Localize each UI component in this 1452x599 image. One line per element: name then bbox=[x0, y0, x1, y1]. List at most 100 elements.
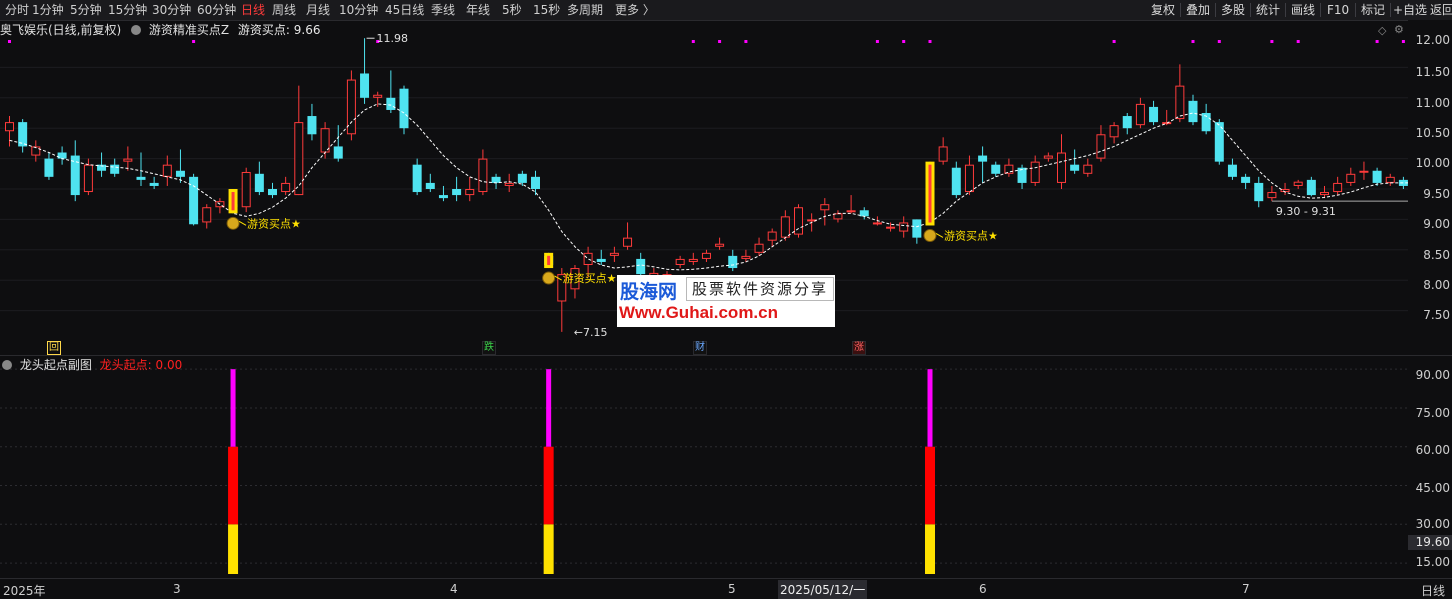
candle-body bbox=[1004, 164, 1014, 174]
candle-body bbox=[991, 164, 1001, 174]
sub-legend: 龙头起点副图 龙头起点: 0.00 bbox=[0, 357, 182, 373]
candle-body bbox=[1135, 103, 1145, 126]
candle-body bbox=[1241, 176, 1251, 183]
toolbar-divider bbox=[1250, 3, 1251, 17]
draw-line-button[interactable]: 画线 bbox=[1291, 2, 1315, 18]
candle-body bbox=[1122, 116, 1132, 129]
sub-bar-magenta bbox=[230, 369, 236, 447]
candle-body bbox=[623, 237, 633, 247]
toolbar-divider bbox=[1320, 3, 1321, 17]
signal-dot bbox=[1296, 40, 1300, 43]
period-quarterly[interactable]: 季线 bbox=[431, 2, 455, 18]
period-weekly[interactable]: 周线 bbox=[272, 2, 296, 18]
period-5min[interactable]: 5分钟 bbox=[70, 2, 102, 18]
sub-bar-red bbox=[543, 446, 554, 525]
period-yearly[interactable]: 年线 bbox=[466, 2, 490, 18]
signal-dot bbox=[192, 40, 196, 43]
sub-indicator-chart[interactable] bbox=[0, 356, 1408, 578]
multi-stock-button[interactable]: 多股 bbox=[1221, 2, 1245, 18]
period-5sec[interactable]: 5秒 bbox=[502, 2, 522, 18]
overlay-button[interactable]: 叠加 bbox=[1186, 2, 1210, 18]
event-marker[interactable]: 涨 bbox=[852, 341, 866, 355]
pane-divider[interactable] bbox=[0, 355, 1452, 356]
candle-body bbox=[794, 207, 803, 235]
add-watchlist-button[interactable]: +自选 bbox=[1393, 2, 1427, 18]
period-1min[interactable]: 1分钟 bbox=[32, 2, 64, 18]
candle-body bbox=[149, 182, 159, 186]
mark-button[interactable]: 标记 bbox=[1361, 2, 1385, 18]
period-60min[interactable]: 60分钟 bbox=[197, 2, 236, 18]
period-15min[interactable]: 15分钟 bbox=[108, 2, 147, 18]
candle-body bbox=[846, 210, 856, 213]
candle-body bbox=[1096, 134, 1106, 159]
sub-tick: 90.00 bbox=[1415, 368, 1450, 382]
candle-body bbox=[241, 171, 251, 208]
candle-body bbox=[70, 155, 80, 196]
period-15sec[interactable]: 15秒 bbox=[533, 2, 560, 18]
candle-body bbox=[399, 88, 409, 129]
candle-body bbox=[583, 252, 593, 265]
event-marker[interactable]: 回 bbox=[47, 341, 61, 355]
candle-body bbox=[886, 226, 896, 229]
event-marker[interactable]: 财 bbox=[693, 341, 707, 355]
candle-body bbox=[938, 146, 948, 162]
date-label: 7 bbox=[1242, 582, 1250, 596]
signal-dot bbox=[1270, 40, 1274, 43]
event-marker[interactable]: 跌 bbox=[482, 341, 496, 355]
signal-pointer bbox=[935, 233, 944, 238]
period-daily[interactable]: 日线 bbox=[241, 2, 265, 18]
candle-body bbox=[425, 182, 435, 189]
back-button[interactable]: 返回 bbox=[1430, 2, 1452, 18]
statistics-button[interactable]: 统计 bbox=[1256, 2, 1280, 18]
candle-body bbox=[83, 164, 93, 193]
toolbar-divider bbox=[1180, 3, 1181, 17]
high-annotation: 11.98 bbox=[377, 32, 409, 45]
sub-bar-yellow bbox=[228, 524, 239, 574]
candle-body bbox=[978, 155, 988, 162]
price-tick: 11.50 bbox=[1415, 65, 1450, 79]
candle-body bbox=[268, 189, 277, 196]
candle-body bbox=[465, 189, 475, 196]
period-multi[interactable]: 多周期 bbox=[567, 2, 603, 18]
candle-body bbox=[872, 222, 882, 225]
candle-body bbox=[1175, 85, 1185, 120]
period-45day[interactable]: 45日线 bbox=[385, 2, 424, 18]
sub-bar-yellow bbox=[925, 524, 935, 574]
candle-body bbox=[1083, 164, 1093, 174]
candle-body bbox=[307, 116, 317, 135]
period-10min[interactable]: 10分钟 bbox=[339, 2, 378, 18]
ma-line bbox=[9, 103, 1408, 271]
f10-button[interactable]: F10 bbox=[1327, 2, 1349, 18]
candle-body bbox=[44, 158, 54, 177]
toolbar-divider bbox=[1285, 3, 1286, 17]
candle-body bbox=[1320, 192, 1329, 196]
period-30min[interactable]: 30分钟 bbox=[152, 2, 191, 18]
period-timeshare[interactable]: 分时 bbox=[5, 2, 29, 18]
range-annotation: 9.30 - 9.31 bbox=[1276, 205, 1336, 218]
watermark-banner: 股海网 股票软件资源分享 Www.Guhai.com.cn bbox=[617, 275, 835, 327]
period-more[interactable]: 更多 〉 bbox=[615, 2, 655, 18]
candle-body bbox=[386, 97, 396, 110]
candle-body bbox=[899, 222, 909, 232]
low-annotation: ←7.15 bbox=[574, 326, 608, 339]
toolbar-divider bbox=[1390, 3, 1391, 17]
sub-indicator-value: 龙头起点: 0.00 bbox=[99, 358, 183, 372]
candle-body bbox=[964, 164, 974, 193]
watermark-url: Www.Guhai.com.cn bbox=[619, 303, 778, 322]
sub-bar-yellow bbox=[543, 524, 554, 574]
signal-dot bbox=[718, 40, 722, 43]
date-label: 2025年 bbox=[3, 584, 46, 598]
period-toolbar: 分时 1分钟 5分钟 15分钟 30分钟 60分钟 日线 周线 月线 10分钟 … bbox=[0, 0, 1452, 21]
sub-indicator-toggle-icon[interactable] bbox=[2, 360, 12, 370]
money-bag-icon bbox=[542, 271, 556, 285]
candle-body bbox=[951, 167, 961, 196]
candle-body bbox=[1030, 161, 1040, 183]
candle-body bbox=[175, 170, 185, 177]
candle-body bbox=[754, 243, 764, 253]
buy-signal-label: 游资买点★ bbox=[563, 272, 617, 285]
period-monthly[interactable]: 月线 bbox=[306, 2, 330, 18]
cycle-label[interactable]: 日线 bbox=[1421, 582, 1445, 599]
candle-body bbox=[373, 94, 383, 98]
adjust-button[interactable]: 复权 bbox=[1151, 2, 1175, 18]
candle-body bbox=[1057, 152, 1066, 183]
